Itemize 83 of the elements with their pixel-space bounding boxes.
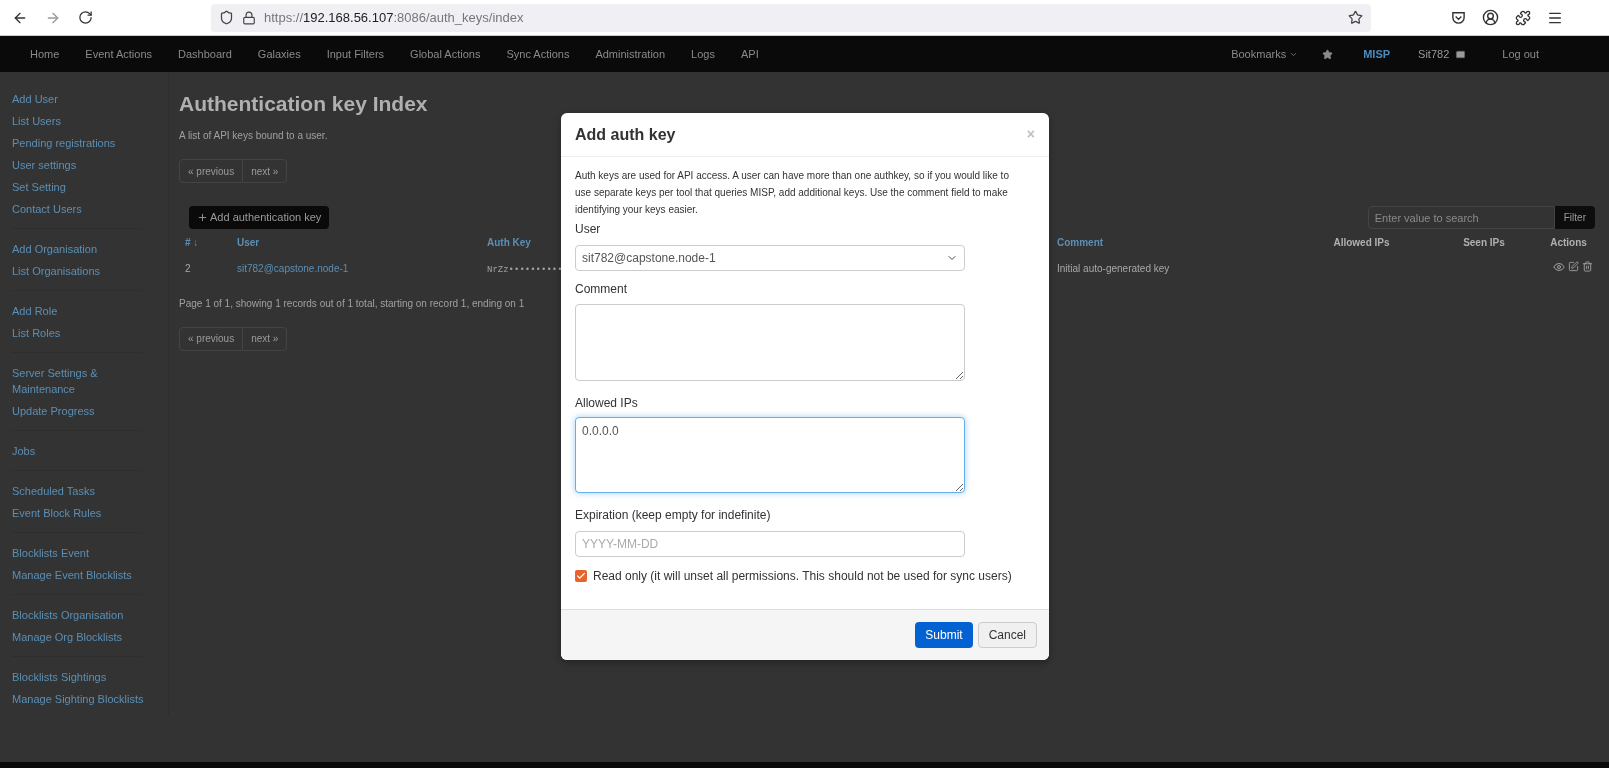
url-text: https://192.168.56.107:8086/auth_keys/index: [264, 8, 524, 27]
nav-link[interactable]: Logs: [691, 45, 715, 63]
field-label: Comment: [575, 281, 628, 298]
nav-link[interactable]: Global Actions: [410, 45, 481, 63]
sidebar-link[interactable]: Contact Users: [12, 201, 82, 217]
sidebar-link[interactable]: Add User: [12, 91, 58, 107]
sidebar-link[interactable]: Event Block Rules: [12, 505, 102, 521]
sidebar-link[interactable]: Update Progress: [12, 403, 95, 419]
add-authentication-key-button[interactable]: Add authentication key: [189, 206, 330, 229]
user-select[interactable]: sit782@capstone.node-1: [575, 245, 965, 271]
column-header: Seen IPs: [1462, 236, 1506, 250]
delete-icon[interactable]: [1582, 261, 1593, 272]
submit-button[interactable]: Submit: [915, 622, 973, 648]
sidebar-link[interactable]: Manage Org Blocklists: [12, 629, 123, 645]
sidebar-link[interactable]: Manage Sighting Blocklists: [12, 691, 144, 707]
field-label: Expiration (keep empty for indefinite): [575, 507, 772, 524]
column-header: Actions: [1549, 236, 1588, 250]
sidebar-link[interactable]: Manage Event Blocklists: [12, 567, 132, 583]
nav-link[interactable]: Dashboard: [178, 45, 232, 63]
previous-page-button[interactable]: « previous: [179, 159, 244, 183]
sidebar-link[interactable]: Add Organisation: [12, 241, 97, 257]
field-label: User: [575, 221, 602, 238]
column-header[interactable]: Comment: [1051, 232, 1291, 253]
nav-link[interactable]: Input Filters: [326, 45, 385, 63]
page-title: Authentication key Index: [179, 92, 429, 116]
sidebar-link[interactable]: Blocklists Event: [12, 545, 90, 561]
nav-link[interactable]: Sync Actions: [506, 45, 570, 63]
nav-link[interactable]: Event Actions: [85, 45, 152, 63]
nav-link[interactable]: Galaxies: [257, 45, 301, 63]
pagination-summary: Page 1 of 1, showing 1 records out of 1 total, starting on record 1, ending on 1: [179, 296, 525, 311]
sidebar-link[interactable]: Set Setting: [12, 179, 66, 195]
sidebar-link[interactable]: Pending registrations: [12, 135, 116, 151]
dialog-description: Auth keys are used for API access. A user can have more than one authkey, so if you would like to use separate keys per tool that queries MISP, add additional keys. Use the comment field to make identifying your keys easier.: [575, 169, 1010, 217]
next-page-button[interactable]: next »: [243, 326, 288, 351]
dialog-title: Add auth key: [575, 124, 676, 145]
next-page-button[interactable]: next »: [243, 159, 288, 183]
column-header[interactable]: User: [231, 232, 481, 253]
nav-link[interactable]: Home: [30, 45, 60, 63]
sidebar-link[interactable]: Blocklists Organisation: [12, 607, 124, 623]
search-field[interactable]: Enter value to search: [1367, 206, 1555, 229]
column-header[interactable]: # ↓: [179, 232, 231, 253]
view-icon[interactable]: [1553, 261, 1565, 273]
logout-link[interactable]: Log out: [1502, 45, 1539, 63]
comment-field[interactable]: [575, 304, 965, 381]
bookmarks-menu[interactable]: Bookmarks: [1231, 45, 1299, 63]
sidebar-link[interactable]: Blocklists Sightings: [12, 669, 107, 685]
nav-link[interactable]: Administration: [595, 45, 666, 63]
expiration-date-field[interactable]: YYYY-MM-DD: [575, 531, 965, 557]
pocket-icon[interactable]: [1451, 10, 1466, 25]
page-subtitle: A list of API keys bound to a user.: [179, 129, 328, 143]
user-link[interactable]: Sit782: [1418, 45, 1450, 63]
extensions-icon[interactable]: [1515, 9, 1531, 26]
user-link[interactable]: sit782@capstone.node-1: [237, 263, 349, 274]
column-header: Allowed IPs: [1332, 236, 1391, 250]
star-icon[interactable]: [1322, 48, 1334, 60]
filter-button[interactable]: Filter: [1554, 206, 1595, 229]
read-only-checkbox[interactable]: [575, 570, 587, 582]
plus-icon: [197, 212, 208, 223]
bookmark-star-icon[interactable]: [1348, 10, 1363, 25]
shield-icon: [219, 10, 234, 25]
sidebar-link[interactable]: Scheduled Tasks: [12, 483, 95, 499]
sidebar-link[interactable]: List Roles: [12, 325, 61, 341]
reload-icon[interactable]: [78, 10, 93, 25]
checkbox-label: Read only (it will unset all permissions. This should not be used for sync users): [593, 568, 1012, 585]
lock-icon: [242, 10, 256, 25]
account-icon[interactable]: [1482, 9, 1499, 26]
sidebar-link[interactable]: List Users: [12, 113, 61, 129]
table-cell-text: 2: [184, 262, 192, 276]
sidebar-link[interactable]: Add Role: [12, 303, 58, 319]
table-cell-text: Initial auto-generated key: [1056, 262, 1171, 276]
cancel-button[interactable]: Cancel: [977, 622, 1037, 648]
sidebar-link[interactable]: List Organisations: [12, 263, 101, 279]
sidebar-link[interactable]: User settings: [12, 157, 77, 173]
address-bar[interactable]: https://192.168.56.107:8086/auth_keys/index: [211, 3, 1371, 32]
sidebar-link[interactable]: Server Settings & Maintenance: [12, 365, 152, 397]
auth-key-cell: NrZz••••••••••: [487, 265, 563, 275]
previous-page-button[interactable]: « previous: [179, 326, 244, 351]
nav-link[interactable]: API: [740, 45, 759, 63]
field-label: Allowed IPs: [575, 395, 639, 412]
edit-icon[interactable]: [1568, 261, 1579, 272]
brand-link[interactable]: MISP: [1363, 45, 1391, 63]
allowed-ips-field[interactable]: 0.0.0.0: [575, 417, 965, 493]
sidebar-link[interactable]: Jobs: [12, 443, 36, 459]
